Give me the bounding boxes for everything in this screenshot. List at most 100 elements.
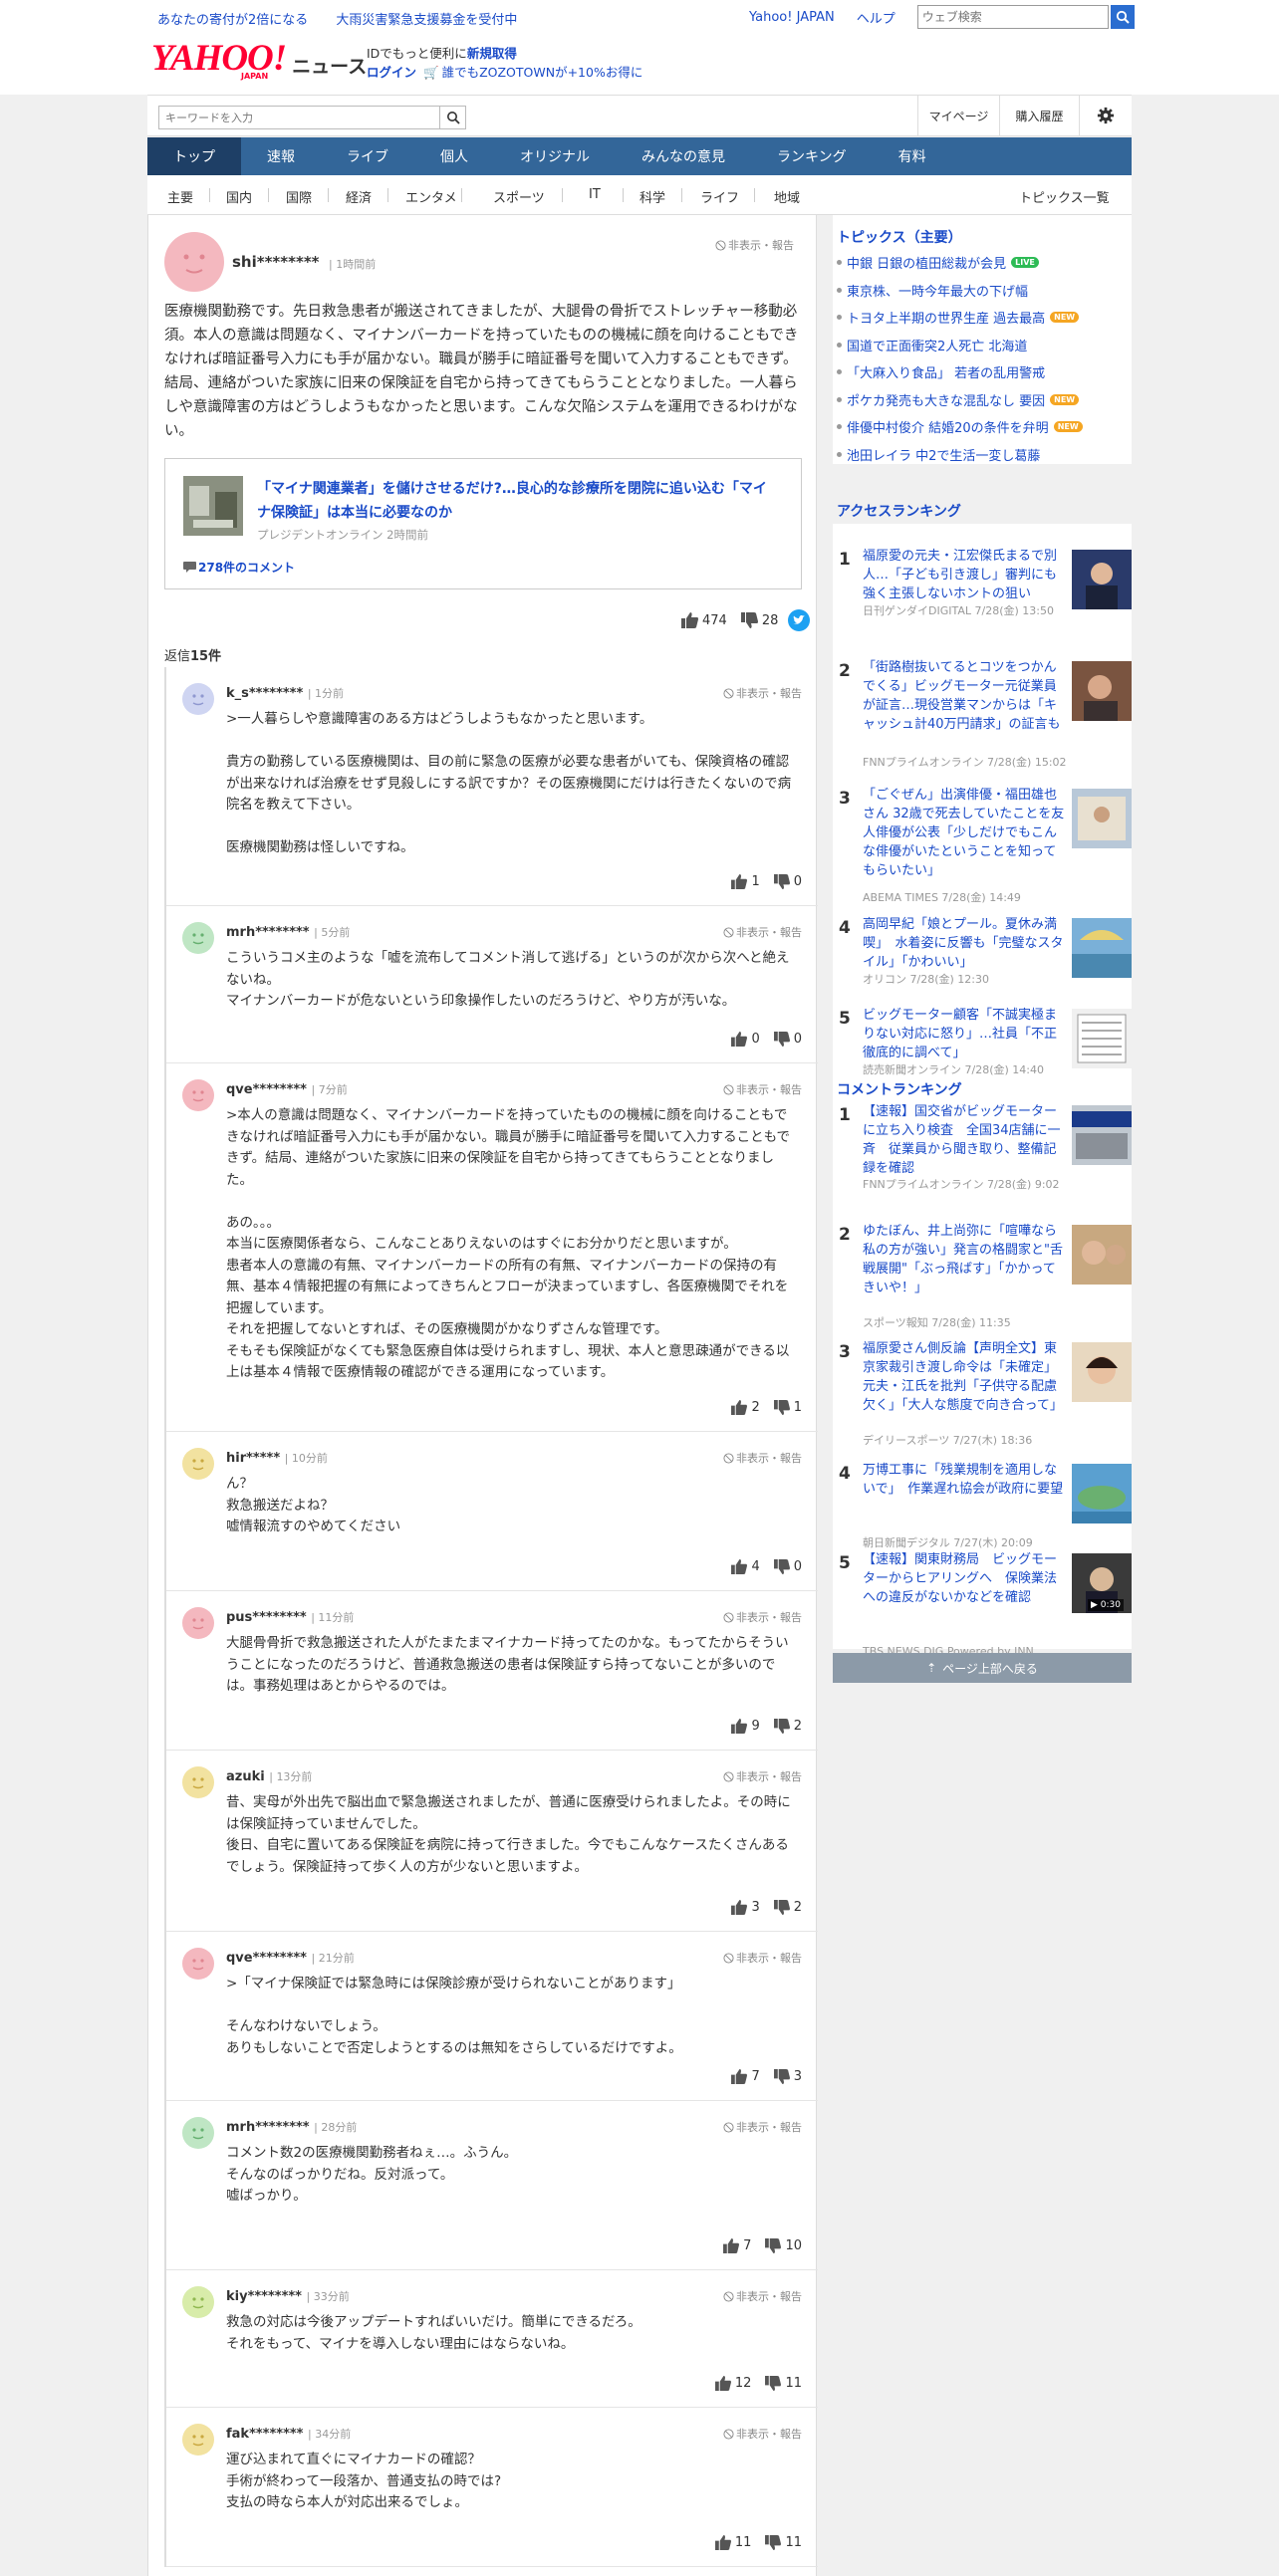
ranking-thumbnail[interactable]	[1072, 1009, 1132, 1068]
reply-user-name[interactable]: hir***** | 10分前	[226, 1450, 328, 1466]
comment-user-name[interactable]: shi********	[232, 253, 320, 271]
like-button[interactable]: 0	[731, 1032, 760, 1047]
ranking-thumbnail[interactable]: ▶ 0:30	[1072, 1553, 1132, 1613]
like-button[interactable]: 7	[731, 2069, 760, 2084]
ranking-article-title[interactable]: 万博工事に「残業規制を適用しないで」 作業遅れ協会が政府に要望	[863, 1461, 1067, 1499]
article-comment-count[interactable]: 278件のコメント	[183, 559, 295, 576]
register-link[interactable]: 新規取得	[467, 46, 517, 61]
hide-report-link[interactable]: 非表示・報告	[723, 1950, 802, 1966]
keyword-search-button[interactable]	[440, 106, 466, 129]
dislike-button[interactable]: 3	[773, 2069, 802, 2084]
dislike-button[interactable]: 0	[773, 1559, 802, 1574]
cat-international[interactable]: 国際	[286, 187, 312, 206]
ranking-article-title[interactable]: 高岡早紀「娘とプール。夏休み満喫」 水着姿に反響も「完璧なスタイル」「かわいい」	[863, 915, 1067, 972]
reply-user-name[interactable]: qve******** | 21分前	[226, 1950, 355, 1966]
hide-report-link[interactable]: 非表示・報告	[715, 237, 794, 253]
cat-life[interactable]: ライフ	[700, 187, 739, 206]
nav-paid[interactable]: 有料	[873, 137, 952, 175]
ranking-thumbnail[interactable]	[1072, 661, 1132, 721]
like-button[interactable]: 4	[731, 1559, 760, 1574]
cat-domestic[interactable]: 国内	[226, 187, 252, 206]
related-article-card[interactable]: 「マイナ関連業者」を儲けさせるだけ?…良心的な診療所を閉院に追い込む「マイナ保険…	[164, 458, 802, 589]
like-button[interactable]: 1	[731, 874, 760, 889]
like-button[interactable]: 2	[731, 1400, 760, 1415]
like-button[interactable]: 9	[731, 1719, 760, 1734]
dislike-button[interactable]: 1	[773, 1400, 802, 1415]
topics-title[interactable]: トピックス（主要）	[833, 227, 1132, 247]
like-button[interactable]: 12	[714, 2376, 751, 2391]
reply-user-name[interactable]: pus******** | 11分前	[226, 1609, 354, 1625]
topic-item[interactable]: トヨタ上半期の世界生産 過去最高 NEW	[836, 308, 1080, 327]
dislike-button[interactable]: 0	[773, 874, 802, 889]
topics-list-link[interactable]: トピックス一覧	[1019, 187, 1110, 206]
nav-breaking[interactable]: 速報	[241, 137, 321, 175]
ranking-thumbnail[interactable]	[1072, 1105, 1132, 1165]
reply-user-name[interactable]: qve******** | 7分前	[226, 1081, 348, 1097]
ranking-thumbnail[interactable]	[1072, 1464, 1132, 1523]
ranking-article-title[interactable]: ゆたぼん、井上尚弥に「喧嘩なら私の方が強い」発言の格闘家と"舌戦展開"「ぶっ飛ば…	[863, 1222, 1067, 1297]
hide-report-link[interactable]: 非表示・報告	[723, 924, 802, 940]
ranking-article-title[interactable]: 「ごぐぜん」出演俳優・福田雄也さん 32歳で死去していたことを友人俳優が公表「少…	[863, 786, 1067, 880]
disaster-donation-link[interactable]: 大雨災害緊急支援募金を受付中	[336, 13, 517, 28]
reply-user-name[interactable]: mrh******** | 28分前	[226, 2119, 357, 2135]
hide-report-link[interactable]: 非表示・報告	[723, 1450, 802, 1466]
ranking-article-title[interactable]: 【速報】関東財務局 ビッグモーターからヒアリングへ 保険業法への違反がないかなど…	[863, 1550, 1067, 1607]
cat-main[interactable]: 主要	[167, 187, 193, 206]
like-button[interactable]: 474	[681, 612, 727, 628]
web-search-input[interactable]	[916, 5, 1109, 29]
topic-item[interactable]: 中銀 日銀の植田総裁が会見 LIVE	[837, 253, 1039, 272]
hide-report-link[interactable]: 非表示・報告	[723, 2288, 802, 2304]
yahoo-japan-link[interactable]: Yahoo! JAPAN	[749, 10, 835, 25]
topic-item[interactable]: 俳優中村俊介 結婚20の条件を弁明 NEW	[837, 417, 1083, 436]
topic-item[interactable]: ポケカ発売も大きな混乱なし 要因 NEW	[836, 390, 1080, 409]
ranking-thumbnail[interactable]	[1072, 789, 1132, 848]
topic-item[interactable]: 池田レイラ 中2で生活一変し葛藤	[836, 445, 1040, 464]
keyword-search-input[interactable]	[158, 106, 440, 129]
nav-live[interactable]: ライブ	[321, 137, 414, 175]
nav-ranking[interactable]: ランキング	[751, 137, 873, 175]
cat-it[interactable]: IT	[589, 187, 601, 202]
hide-report-link[interactable]: 非表示・報告	[723, 2426, 802, 2442]
hide-report-link[interactable]: 非表示・報告	[723, 1609, 802, 1625]
reply-user-name[interactable]: azuki | 13分前	[226, 1768, 312, 1784]
reply-user-name[interactable]: kiy******** | 33分前	[226, 2288, 350, 2304]
cat-entertainment[interactable]: エンタメ	[405, 187, 457, 206]
hide-report-link[interactable]: 非表示・報告	[723, 1081, 802, 1097]
ranking-thumbnail[interactable]	[1072, 1342, 1132, 1402]
zozo-promo-link[interactable]: 誰でもZOZOTOWNが+10%お得に	[442, 65, 643, 80]
nav-original[interactable]: オリジナル	[494, 137, 616, 175]
web-search-button[interactable]	[1110, 5, 1135, 29]
topic-item[interactable]: 国道で正面衝突2人死亡 北海道	[836, 336, 1027, 354]
cat-economy[interactable]: 経済	[346, 187, 372, 206]
comment-ranking-title[interactable]: コメントランキング	[837, 1079, 962, 1099]
ranking-article-title[interactable]: 「街路樹抜いてるとコツをつかんでくる」ビッグモーター元従業員が証言…現役営業マン…	[863, 658, 1067, 734]
like-button[interactable]: 7	[723, 2238, 751, 2253]
access-ranking-title[interactable]: アクセスランキング	[837, 501, 961, 521]
dislike-button[interactable]: 2	[773, 1900, 802, 1915]
ranking-article-title[interactable]: 【速報】国交省がビッグモーターに立ち入り検査 全国34店舗に一斉 従業員から聞き…	[863, 1102, 1067, 1178]
nav-top[interactable]: トップ	[147, 137, 241, 175]
reply-user-name[interactable]: fak******** | 34分前	[226, 2426, 351, 2442]
ranking-thumbnail[interactable]	[1072, 1225, 1132, 1285]
topic-item[interactable]: 東京株、一時今年最大の下げ幅	[836, 281, 1028, 300]
cat-sports[interactable]: スポーツ	[493, 187, 545, 206]
ranking-thumbnail[interactable]	[1072, 918, 1132, 978]
article-title[interactable]: 「マイナ関連業者」を儲けさせるだけ?…良心的な診療所を閉院に追い込む「マイナ保険…	[257, 477, 775, 525]
dislike-button[interactable]: 10	[765, 2238, 802, 2253]
nav-opinions[interactable]: みんなの意見	[616, 137, 751, 175]
settings-button[interactable]	[1079, 96, 1132, 135]
ranking-thumbnail[interactable]	[1072, 550, 1132, 609]
login-link[interactable]: ログイン	[367, 65, 416, 80]
ranking-article-title[interactable]: 福原愛の元夫・江宏傑氏まるで別人…「子ども引き渡し」審判にも強く主張しないホント…	[863, 547, 1067, 603]
reply-user-name[interactable]: k_s******** | 1分前	[226, 685, 344, 701]
like-button[interactable]: 11	[714, 2535, 751, 2550]
hide-report-link[interactable]: 非表示・報告	[723, 2119, 802, 2135]
dislike-button[interactable]: 11	[765, 2376, 802, 2391]
ranking-article-title[interactable]: ビッグモーター顧客「不誠実極まりない対応に怒り」…社員「不正徹底的に調べて」	[863, 1006, 1067, 1062]
topic-item[interactable]: 「大麻入り食品」 若者の乱用警戒	[836, 362, 1045, 381]
yahoo-news-logo[interactable]: YAHOO! JAPAN ニュース	[151, 40, 367, 81]
twitter-share-button[interactable]	[788, 609, 811, 631]
ranking-article-title[interactable]: 福原愛さん側反論【声明全文】東京家裁引き渡し命令は「未確定」元夫・江氏を批判「子…	[863, 1339, 1067, 1415]
dislike-button[interactable]: 11	[765, 2535, 802, 2550]
cat-science[interactable]: 科学	[640, 187, 665, 206]
